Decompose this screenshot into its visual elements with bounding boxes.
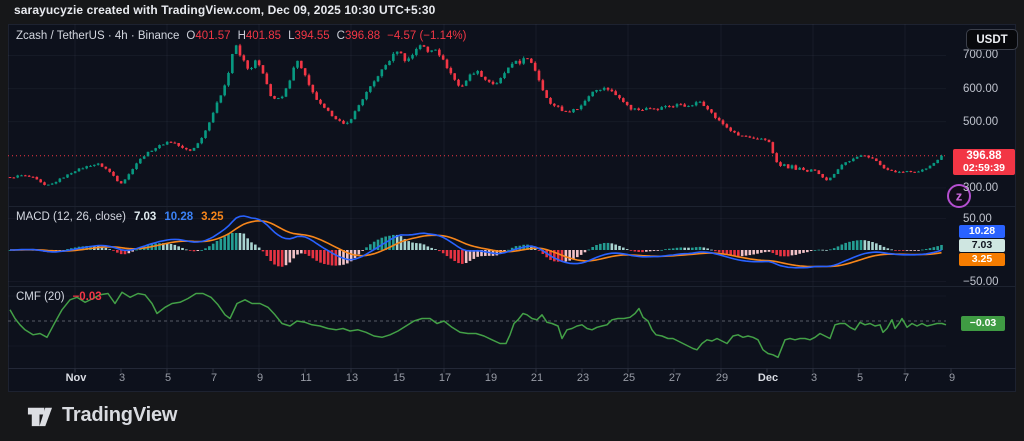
time-axis-day-label: 21 xyxy=(519,372,555,384)
time-axis-day-label: 5 xyxy=(150,372,186,384)
time-axis-day-label: 27 xyxy=(657,372,693,384)
price-scale-tick: 300.00 xyxy=(963,182,1015,194)
cmf-value: −0.03 xyxy=(73,291,102,303)
last-price-badge: 396.88 02:59:39 xyxy=(953,149,1015,175)
cmf-plot xyxy=(8,292,946,357)
time-axis-day-label: 11 xyxy=(288,372,324,384)
macd-scale-tick: 50.00 xyxy=(963,213,1015,225)
change-value: −4.57 (−1.14%) xyxy=(387,30,466,42)
tradingview-logo[interactable]: TradingView xyxy=(26,402,177,429)
close-label: C xyxy=(337,30,345,42)
footer-bar: TradingView xyxy=(0,392,1024,441)
high-value: 401.85 xyxy=(246,30,281,42)
time-axis-day-label: 9 xyxy=(934,372,970,384)
gridlines xyxy=(8,24,1016,369)
low-value: 394.55 xyxy=(294,30,329,42)
time-axis-day-label: 25 xyxy=(611,372,647,384)
attribution-text: sarayucyzie created with TradingView.com… xyxy=(14,3,435,17)
macd-hist-value: 7.03 xyxy=(134,211,156,223)
candles-series xyxy=(9,44,943,186)
macd-lines xyxy=(10,216,942,268)
macd-hist-badge: 7.03 xyxy=(959,239,1005,252)
macd-legend: MACD (12, 26, close) 7.03 10.28 3.25 xyxy=(16,211,224,223)
time-axis-day-label: 5 xyxy=(842,372,878,384)
price-scale-tick: 600.00 xyxy=(963,83,1015,95)
svg-text:z: z xyxy=(956,189,963,204)
macd-signal-value: 3.25 xyxy=(201,211,223,223)
macd-title[interactable]: MACD (12, 26, close) xyxy=(16,211,126,223)
time-axis-day-label: 13 xyxy=(334,372,370,384)
price-scale-tick: 500.00 xyxy=(963,116,1015,128)
time-axis-day-label: 9 xyxy=(242,372,278,384)
cmf-value-badge: −0.03 xyxy=(961,316,1005,331)
symbol-title[interactable]: Zcash / TetherUS · 4h · Binance xyxy=(16,30,179,42)
time-axis-day-label: 3 xyxy=(796,372,832,384)
close-value: 396.88 xyxy=(345,30,380,42)
time-axis-day-label: 3 xyxy=(104,372,140,384)
attribution-bar: sarayucyzie created with TradingView.com… xyxy=(14,3,435,21)
bar-countdown: 02:59:39 xyxy=(953,162,1015,174)
symbol-legend: Zcash / TetherUS · 4h · BinanceO401.57H4… xyxy=(16,30,466,42)
time-axis-month-label: Dec xyxy=(750,372,786,384)
tradingview-logo-text: TradingView xyxy=(62,404,177,427)
tradingview-logo-icon xyxy=(26,402,53,429)
macd-scale-tick: −50.00 xyxy=(963,276,1015,288)
time-axis-day-label: 15 xyxy=(381,372,417,384)
cmf-legend: CMF (20) −0.03 xyxy=(16,291,102,303)
time-axis-day-label: 29 xyxy=(704,372,740,384)
currency-button[interactable]: USDT xyxy=(966,29,1018,50)
macd-line-badge: 10.28 xyxy=(959,225,1005,238)
macd-line-value: 10.28 xyxy=(164,211,193,223)
time-axis-day-label: 23 xyxy=(565,372,601,384)
macd-signal-badge: 3.25 xyxy=(959,253,1005,266)
chart-panel[interactable]: z Zcash / TetherUS · 4h · BinanceO401.57… xyxy=(8,24,1016,392)
time-axis-day-label: 17 xyxy=(427,372,463,384)
time-axis-day-label: 19 xyxy=(473,372,509,384)
cmf-title[interactable]: CMF (20) xyxy=(16,291,65,303)
time-axis-month-label: Nov xyxy=(58,372,94,384)
time-axis-day-label: 7 xyxy=(196,372,232,384)
last-price: 396.88 xyxy=(953,150,1015,162)
open-value: 401.57 xyxy=(195,30,230,42)
time-axis-day-label: 7 xyxy=(888,372,924,384)
chart-canvas[interactable]: z xyxy=(8,24,1016,392)
macd-histogram xyxy=(9,233,943,267)
tradingview-snapshot: sarayucyzie created with TradingView.com… xyxy=(0,0,1024,441)
high-label: H xyxy=(238,30,246,42)
price-scale-tick: 700.00 xyxy=(963,49,1015,61)
